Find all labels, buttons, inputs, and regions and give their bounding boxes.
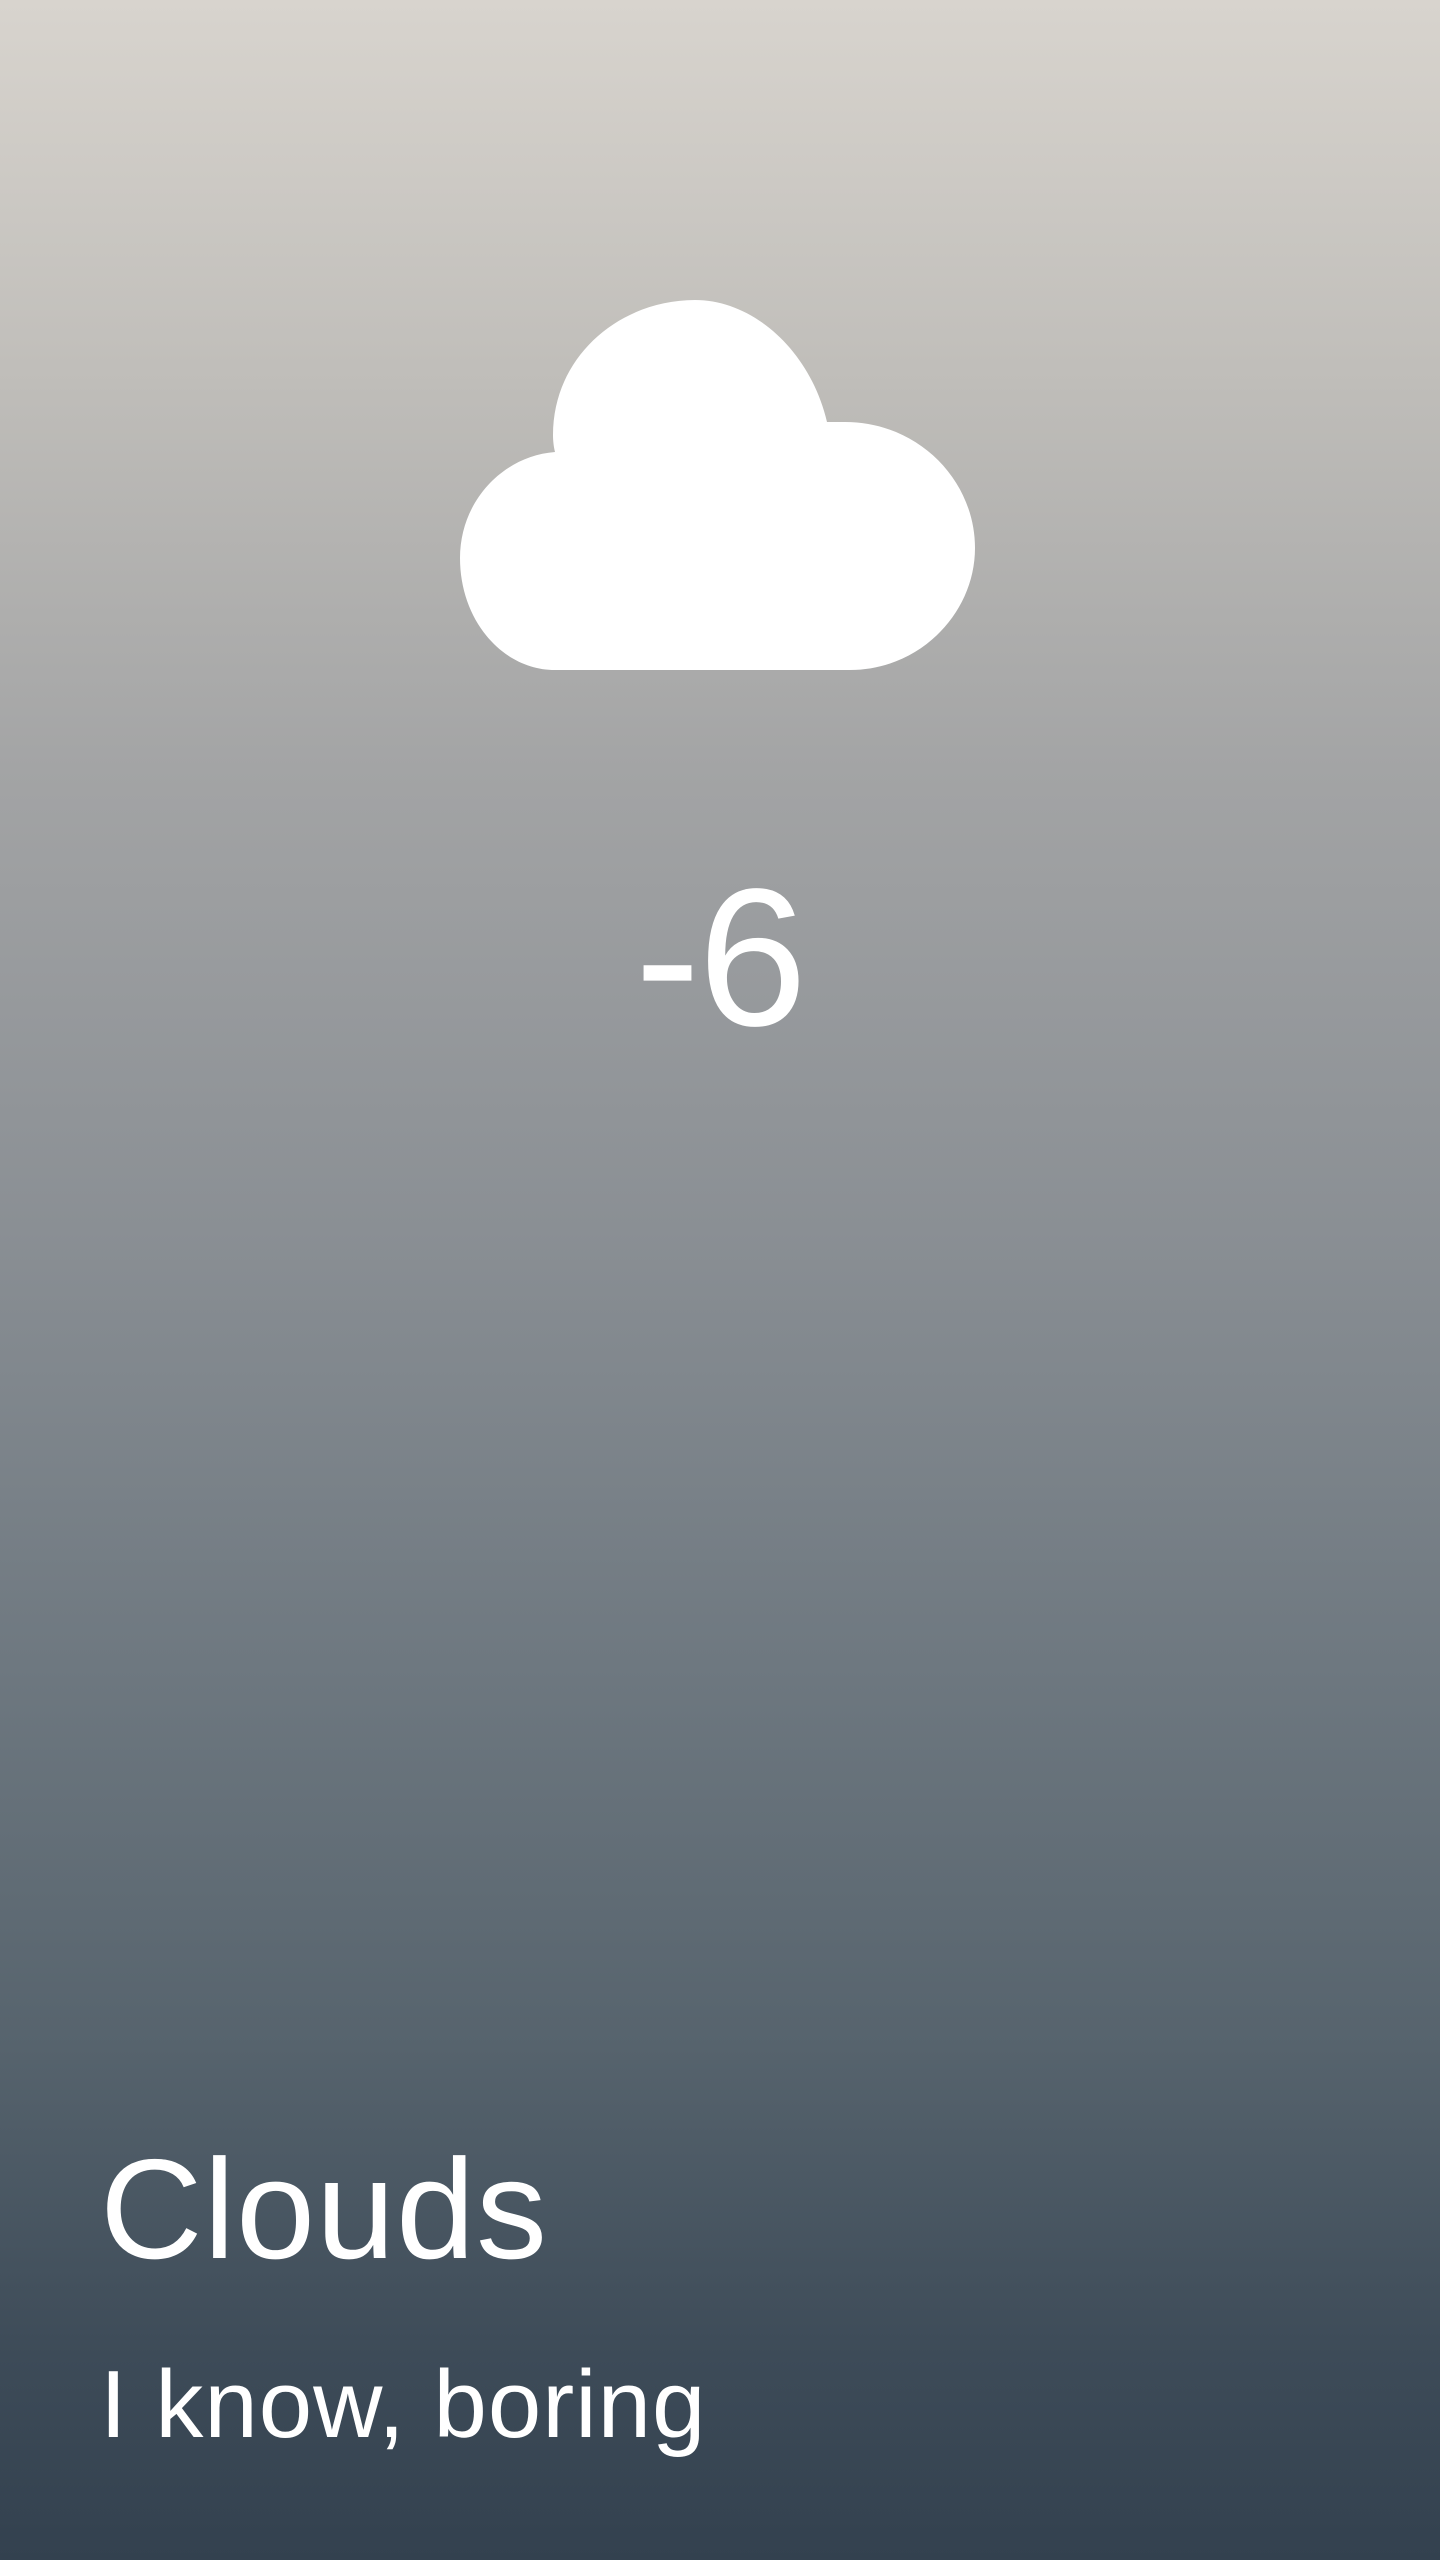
- weather-screen: -6 Clouds I know, boring: [0, 0, 1440, 2560]
- weather-condition-title: Clouds: [100, 2130, 549, 2289]
- temperature-value: -6: [634, 848, 807, 1067]
- cloud-icon: [460, 300, 980, 680]
- weather-condition-description: I know, boring: [100, 2351, 707, 2458]
